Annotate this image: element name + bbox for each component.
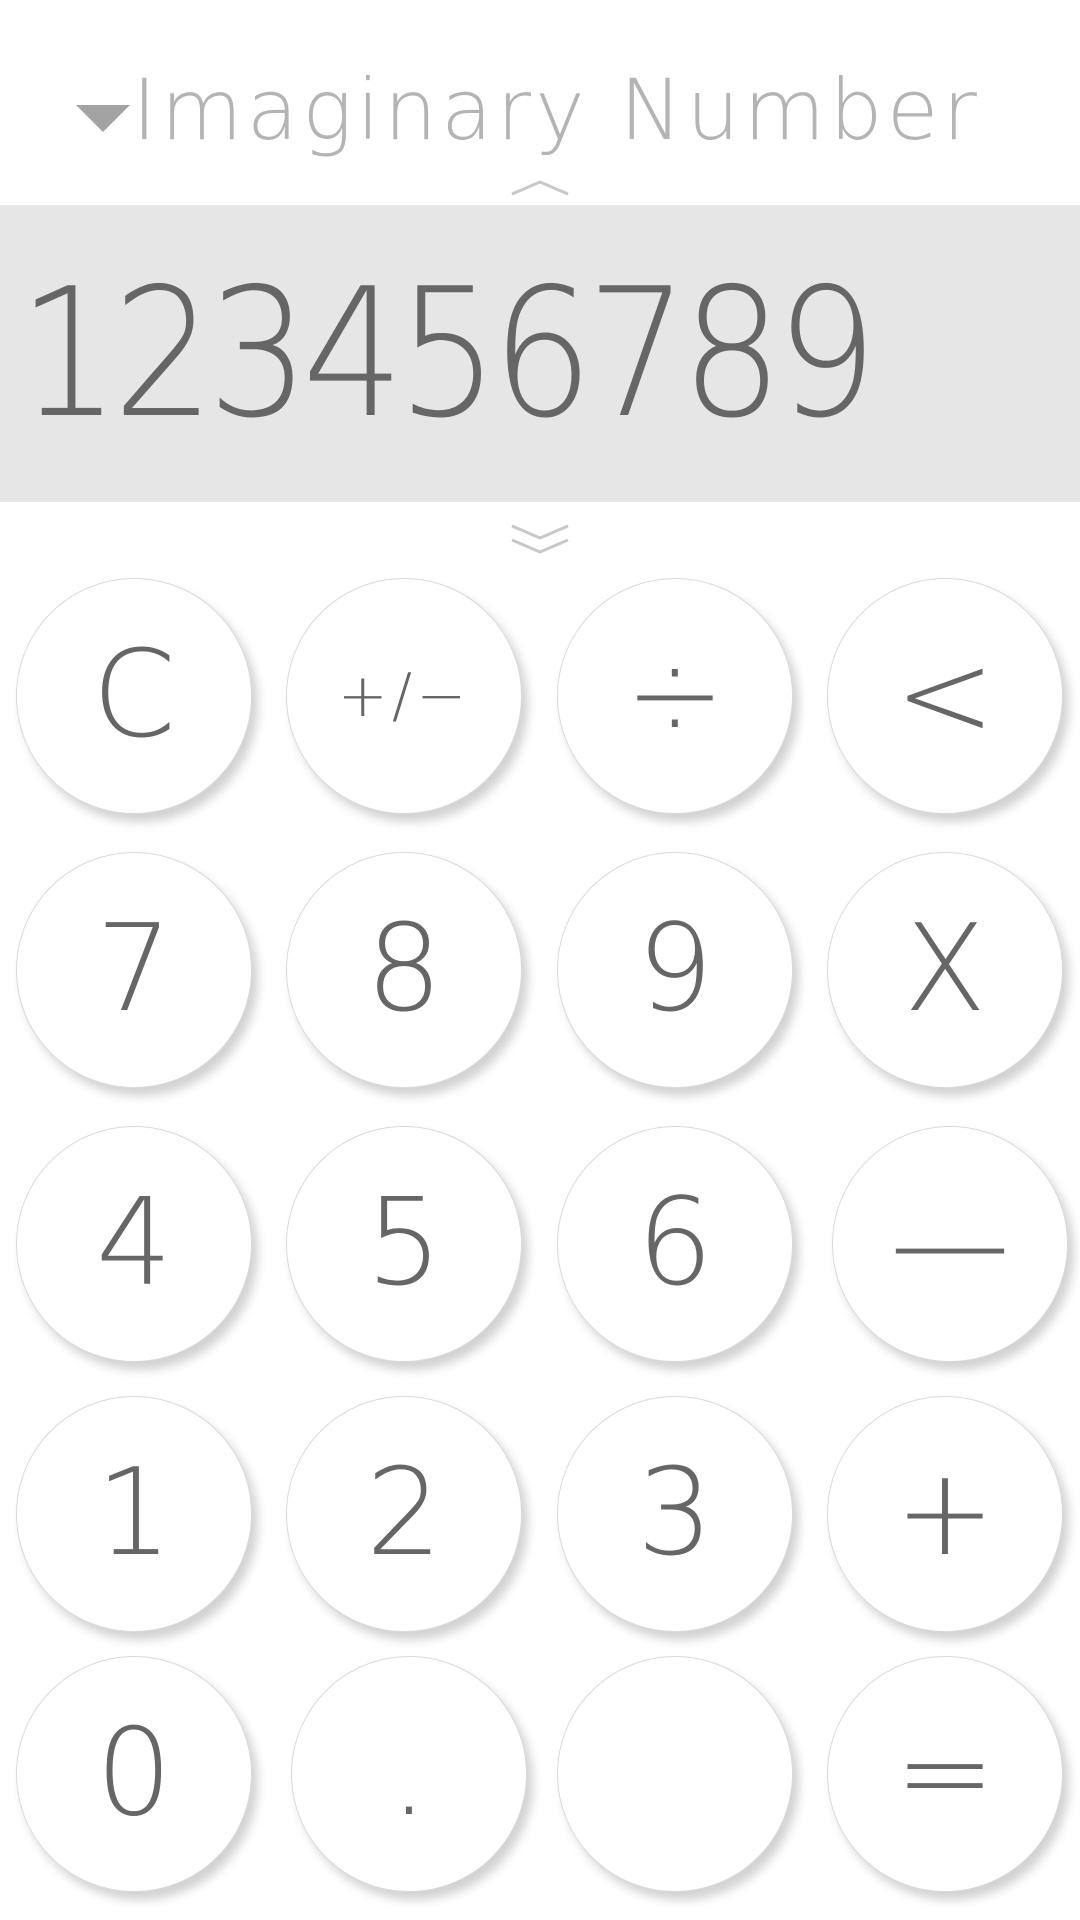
add-button[interactable]: + [827, 1396, 1063, 1632]
key-label: . [389, 1704, 429, 1843]
key-label: + [894, 1444, 996, 1583]
keypad: C +/− ÷ < 7 8 9 X 4 5 6 — 1 2 3 + 0 . = [0, 570, 1080, 1910]
key-label: 0 [95, 1704, 173, 1843]
subtract-button[interactable]: — [832, 1126, 1068, 1362]
key-label: 6 [636, 1174, 714, 1313]
key-label: — [890, 1174, 1010, 1313]
digit-9-button[interactable]: 9 [557, 852, 793, 1088]
key-label: 5 [365, 1174, 443, 1313]
plus-minus-button[interactable]: +/− [286, 578, 522, 814]
key-label: 9 [636, 900, 714, 1039]
digit-8-button[interactable]: 8 [286, 852, 522, 1088]
digit-4-button[interactable]: 4 [16, 1126, 252, 1362]
key-label: 1 [95, 1444, 173, 1583]
double-chevron-down-icon[interactable] [508, 520, 572, 560]
digit-2-button[interactable]: 2 [286, 1396, 522, 1632]
mode-title[interactable]: Imaginary Number [132, 60, 981, 160]
display-value: 123456789 [18, 250, 878, 457]
digit-7-button[interactable]: 7 [16, 852, 252, 1088]
triangle-down-icon[interactable] [76, 105, 130, 132]
key-label: X [903, 900, 987, 1039]
decimal-point-button[interactable]: . [291, 1656, 527, 1892]
key-label: 2 [365, 1444, 443, 1583]
digit-0-button[interactable]: 0 [16, 1656, 252, 1892]
key-label: < [894, 626, 996, 765]
digit-6-button[interactable]: 6 [557, 1126, 793, 1362]
key-label: 8 [365, 900, 443, 1039]
key-label: ÷ [624, 626, 726, 765]
display-panel: 123456789 [0, 205, 1080, 502]
key-label: C [92, 626, 176, 765]
blank-button[interactable] [557, 1656, 793, 1892]
clear-button[interactable]: C [16, 578, 252, 814]
digit-3-button[interactable]: 3 [557, 1396, 793, 1632]
key-label: 4 [95, 1174, 173, 1313]
divide-button[interactable]: ÷ [557, 578, 793, 814]
multiply-button[interactable]: X [827, 852, 1063, 1088]
key-label: 7 [95, 900, 173, 1039]
chevron-up-icon[interactable] [508, 176, 572, 200]
backspace-button[interactable]: < [827, 578, 1063, 814]
key-label: 3 [636, 1444, 714, 1583]
key-label: = [894, 1704, 996, 1843]
header: Imaginary Number [0, 0, 1080, 205]
key-label: +/− [337, 661, 471, 731]
equals-button[interactable]: = [827, 1656, 1063, 1892]
digit-5-button[interactable]: 5 [286, 1126, 522, 1362]
digit-1-button[interactable]: 1 [16, 1396, 252, 1632]
